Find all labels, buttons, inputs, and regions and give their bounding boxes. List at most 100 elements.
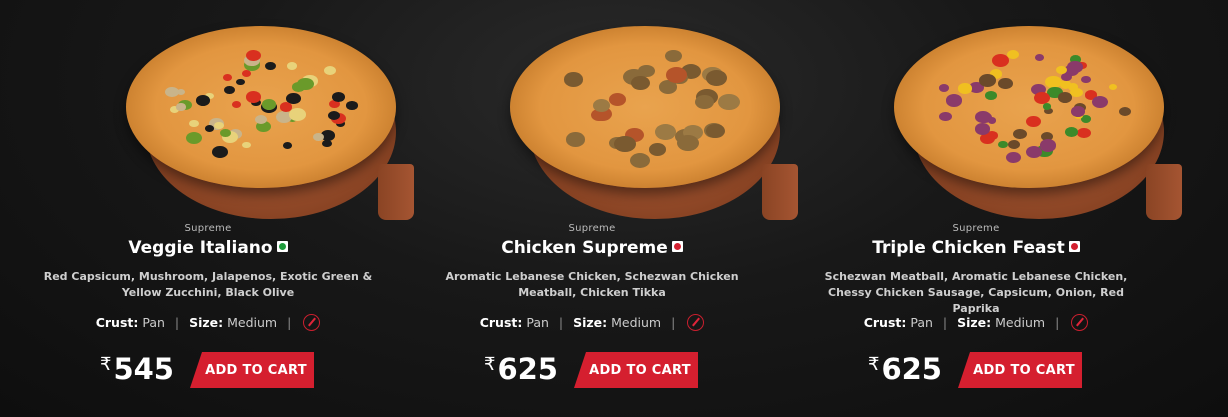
product-description: Red Capsicum, Mushroom, Jalapenos, Exoti… <box>43 270 373 299</box>
product-name[interactable]: Chicken Supreme <box>501 238 668 258</box>
pizza-topping <box>220 128 231 138</box>
pizza-topping <box>654 124 677 141</box>
veg-indicator-icon <box>276 240 288 252</box>
pencil-edit-icon[interactable] <box>303 314 321 331</box>
pencil-edit-icon[interactable] <box>1071 314 1089 331</box>
pizza-topping <box>185 131 203 145</box>
price-value: 545 <box>113 352 174 386</box>
pizza-topping <box>1092 95 1109 108</box>
size-label: Size: <box>189 315 224 330</box>
pizza-topping <box>214 121 225 129</box>
pencil-edit-icon[interactable] <box>687 314 705 331</box>
rupee-symbol: ₹ <box>484 354 496 375</box>
pizza-topping <box>1042 103 1052 110</box>
product-price: ₹545 <box>100 352 174 386</box>
pizza-topping <box>958 83 973 94</box>
pizza-topping <box>1034 53 1045 61</box>
pizza-topping <box>979 74 996 87</box>
price-value: 625 <box>881 352 942 386</box>
pizza-topping <box>232 100 242 108</box>
product-category: Supreme <box>568 223 616 234</box>
pizza-topping <box>629 153 651 169</box>
pizza-topping <box>313 133 324 142</box>
pizza-topping <box>1013 128 1028 140</box>
size-value: Medium <box>611 315 662 330</box>
pizza-topping <box>1039 139 1056 152</box>
pizza-topping <box>1005 152 1021 164</box>
product-description: Aromatic Lebanese Chicken, Schezwan Chic… <box>445 270 739 299</box>
product-options: Crust: Pan | Size: Medium | <box>16 314 400 332</box>
pizza-topping <box>1070 105 1086 117</box>
pizza-topping <box>331 92 346 103</box>
options-divider: | <box>287 315 292 330</box>
pizza-topping <box>176 103 187 111</box>
options-divider: | <box>558 315 564 330</box>
product-name[interactable]: Triple Chicken Feast <box>872 238 1064 258</box>
pizza-topping <box>608 92 626 106</box>
crust-value: Pan <box>142 315 165 330</box>
crust-value: Pan <box>910 315 933 330</box>
pizza-topping <box>677 135 699 152</box>
pizza-topping <box>665 49 683 63</box>
pizza-image[interactable] <box>126 26 416 222</box>
nonveg-indicator-icon <box>1068 240 1080 252</box>
pizza-topping <box>196 95 211 106</box>
pizza-topping <box>254 114 268 124</box>
pizza-image[interactable] <box>510 26 800 222</box>
pizza-topping <box>222 74 232 81</box>
pizza-topping <box>282 142 293 150</box>
pizza-topping <box>188 119 199 127</box>
pizza-topping <box>176 88 186 96</box>
pizza-topping <box>1008 139 1021 149</box>
peel-handle <box>1146 164 1182 220</box>
pizza-topping <box>998 77 1013 89</box>
product-options: Crust: Pan | Size: Medium | <box>400 314 784 332</box>
product-name[interactable]: Veggie Italiano <box>128 238 272 258</box>
pizza-image[interactable] <box>894 26 1184 222</box>
size-label: Size: <box>573 315 608 330</box>
pizza-veggie-italiano-image <box>126 26 396 188</box>
product-options: Crust: Pan | Size: Medium | <box>784 314 1168 332</box>
pizza-topping <box>291 82 305 92</box>
nonveg-indicator-icon <box>671 240 683 252</box>
product-category: Supreme <box>952 223 1000 234</box>
pizza-topping <box>939 112 952 122</box>
pizza-topping <box>1026 116 1041 128</box>
add-to-cart-button[interactable]: ADD TO CART <box>574 352 698 388</box>
add-to-cart-button[interactable]: ADD TO CART <box>958 352 1082 388</box>
size-label: Size: <box>957 315 992 330</box>
pizza-topping <box>323 65 336 75</box>
crust-value: Pan <box>526 315 549 330</box>
product-price: ₹625 <box>868 352 942 386</box>
add-to-cart-button[interactable]: ADD TO CART <box>190 352 314 388</box>
pizza-topping <box>235 78 245 86</box>
pizza-topping <box>694 94 714 110</box>
pizza-topping <box>614 136 636 153</box>
pizza-topping <box>224 85 235 94</box>
pizza-topping <box>1081 76 1092 84</box>
rupee-symbol: ₹ <box>868 354 880 375</box>
product-category: Supreme <box>184 223 232 234</box>
pizza-topping <box>938 84 949 92</box>
size-value: Medium <box>227 315 278 330</box>
pizza-topping <box>212 146 229 158</box>
pizza-topping <box>1118 106 1132 116</box>
options-divider: | <box>671 315 676 330</box>
pizza-topping <box>717 93 740 111</box>
product-grid: Supreme Veggie Italiano Red Capsicum, Mu… <box>0 0 1228 417</box>
product-card-chicken-supreme: Supreme Chicken Supreme Aromatic Lebanes… <box>400 0 798 417</box>
product-title-row: Chicken Supreme <box>400 238 784 258</box>
pizza-topping <box>1064 126 1079 137</box>
pizza-chicken-supreme-image <box>510 26 780 188</box>
pizza-topping <box>241 70 251 77</box>
pizza-topping <box>289 108 307 121</box>
pizza-topping <box>631 75 651 90</box>
pizza-topping <box>264 62 276 71</box>
pizza-topping <box>985 91 998 101</box>
product-card-veggie-italiano: Supreme Veggie Italiano Red Capsicum, Mu… <box>16 0 414 417</box>
pizza-topping <box>945 94 963 107</box>
pizza-topping <box>1057 91 1073 103</box>
options-divider: | <box>174 315 180 330</box>
pizza-topping <box>563 72 584 87</box>
pizza-topping <box>705 70 727 87</box>
